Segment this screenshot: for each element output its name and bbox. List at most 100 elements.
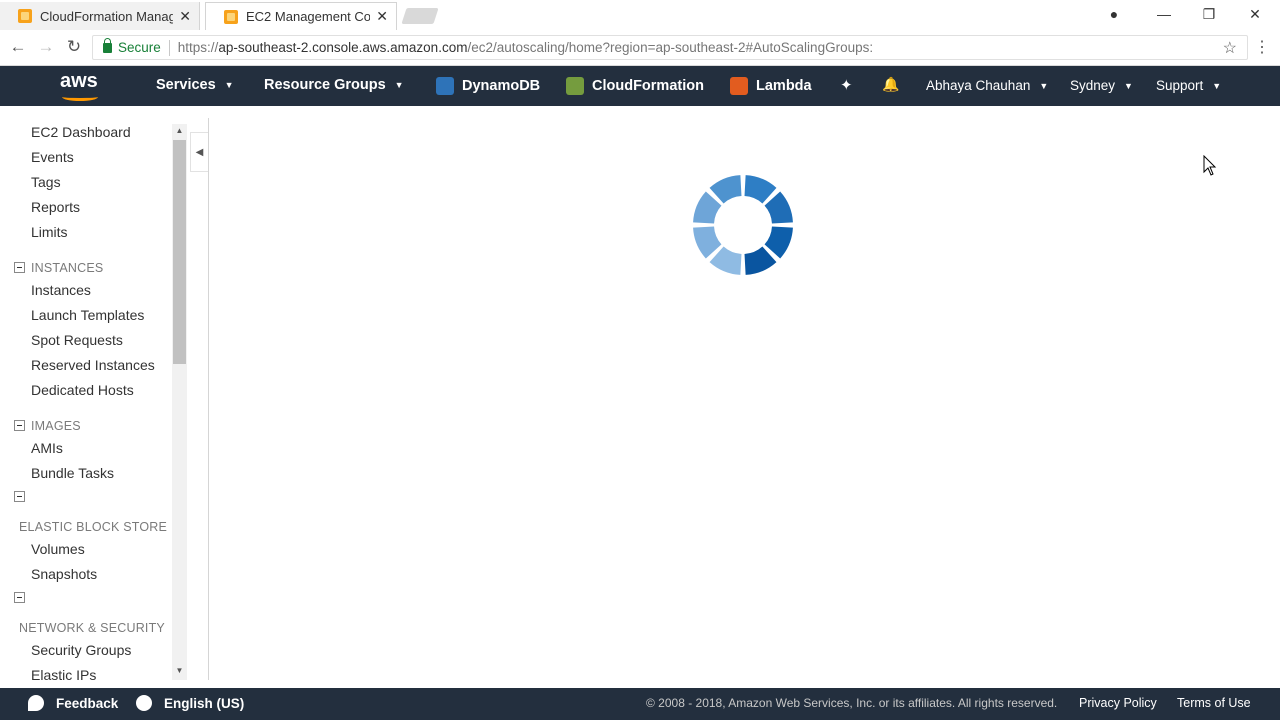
aws-footer: Feedback English (US) © 2008 - 2018, Ama… xyxy=(0,688,1280,720)
terms-of-use-link[interactable]: Terms of Use xyxy=(1177,696,1251,710)
loading-spinner-icon xyxy=(693,175,793,275)
sidebar-item-ec2-dashboard[interactable]: EC2 Dashboard xyxy=(31,124,131,140)
shortcut-label: DynamoDB xyxy=(462,78,541,94)
sidebar-item-launch-templates[interactable]: Launch Templates xyxy=(31,307,144,323)
sidebar-item-instances[interactable]: Instances xyxy=(31,282,91,298)
sidebar-item-elastic-ips[interactable]: Elastic IPs xyxy=(31,667,96,680)
tab-title: CloudFormation Manage xyxy=(40,8,174,24)
collapse-ebs-icon[interactable] xyxy=(14,491,25,502)
url-host: ap-southeast-2.console.aws.amazon.com xyxy=(218,40,468,55)
shortcut-label: CloudFormation xyxy=(592,78,704,94)
services-menu[interactable]: Services ▼ xyxy=(156,77,234,93)
scroll-down-icon[interactable]: ▼ xyxy=(172,665,187,677)
reload-icon[interactable]: ↻ xyxy=(64,37,84,57)
shortcut-lambda[interactable]: Lambda xyxy=(730,77,812,95)
aws-logo-text: aws xyxy=(60,70,98,92)
collapse-instances-icon[interactable] xyxy=(14,262,25,273)
resource-groups-label: Resource Groups xyxy=(264,77,386,93)
aws-smile-icon xyxy=(62,93,98,101)
url-scheme: https:// xyxy=(177,40,219,55)
shortcut-cloudformation[interactable]: CloudFormation xyxy=(566,77,704,95)
bell-icon[interactable]: 🔔 xyxy=(882,76,899,93)
browser-tab-strip: CloudFormation Manage ✕ EC2 Management C… xyxy=(0,0,1280,30)
speech-bubble-icon xyxy=(28,695,44,711)
language-selector[interactable]: English (US) xyxy=(136,695,244,711)
chevron-down-icon: ▼ xyxy=(394,80,404,90)
globe-icon xyxy=(136,695,152,711)
resource-groups-menu[interactable]: Resource Groups ▼ xyxy=(264,77,404,93)
sidebar-item-dedicated-hosts[interactable]: Dedicated Hosts xyxy=(31,382,134,398)
sidebar-scroll-thumb[interactable] xyxy=(173,140,186,364)
profile-icon[interactable]: ● xyxy=(1104,6,1124,22)
account-name: Abhaya Chauhan xyxy=(926,78,1031,93)
support-label: Support xyxy=(1156,78,1204,93)
chevron-left-icon: ◀ xyxy=(195,147,204,158)
shortcut-label: Lambda xyxy=(756,78,812,94)
collapse-network-icon[interactable] xyxy=(14,592,25,603)
sidebar-item-bundle-tasks[interactable]: Bundle Tasks xyxy=(31,465,114,481)
sidebar-item-security-groups[interactable]: Security Groups xyxy=(31,642,131,658)
sidebar-item-volumes[interactable]: Volumes xyxy=(31,541,85,557)
collapse-images-icon[interactable] xyxy=(14,420,25,431)
url-text: https://ap-southeast-2.console.aws.amazo… xyxy=(178,40,873,55)
dynamodb-icon xyxy=(436,77,454,95)
sidebar-item-reports[interactable]: Reports xyxy=(31,199,80,215)
browser-menu-icon[interactable]: ⋮ xyxy=(1254,37,1270,57)
sidebar-item-amis[interactable]: AMIs xyxy=(31,440,63,456)
sidebar-item-spot-requests[interactable]: Spot Requests xyxy=(31,332,123,348)
sidebar-divider xyxy=(208,118,209,680)
section-instances: INSTANCES xyxy=(31,261,104,275)
section-network-security: NETWORK & SECURITY xyxy=(19,621,165,635)
address-divider xyxy=(168,39,170,56)
aws-favicon-icon xyxy=(18,9,32,23)
lock-icon xyxy=(103,37,112,53)
sidebar-item-events[interactable]: Events xyxy=(31,149,74,165)
sidebar-item-reserved-instances[interactable]: Reserved Instances xyxy=(31,357,155,373)
tab-cloudformation[interactable]: CloudFormation Manage ✕ xyxy=(0,2,200,30)
mouse-cursor-icon xyxy=(1203,155,1217,176)
copyright-text: © 2008 - 2018, Amazon Web Services, Inc.… xyxy=(646,696,1058,710)
section-elastic-block-store: ELASTIC BLOCK STORE xyxy=(19,520,168,534)
secure-label: Secure xyxy=(118,40,161,55)
support-menu[interactable]: Support ▼ xyxy=(1156,78,1221,93)
url-path: /ec2/autoscaling/home?region=ap-southeas… xyxy=(467,40,874,55)
pin-icon[interactable]: ✦ xyxy=(840,76,853,94)
cloudformation-icon xyxy=(566,77,584,95)
region-menu[interactable]: Sydney ▼ xyxy=(1070,78,1133,93)
region-name: Sydney xyxy=(1070,78,1116,93)
tab-ec2-management[interactable]: EC2 Management Conso ✕ xyxy=(205,2,397,30)
ec2-sidebar: EC2 Dashboard Events Tags Reports Limits… xyxy=(0,118,188,680)
aws-logo[interactable]: aws xyxy=(60,71,102,101)
aws-favicon-icon xyxy=(224,9,238,24)
sidebar-item-limits[interactable]: Limits xyxy=(31,224,68,240)
shortcut-dynamodb[interactable]: DynamoDB xyxy=(436,77,540,95)
language-label: English (US) xyxy=(164,695,245,711)
services-label: Services xyxy=(156,77,216,93)
chevron-down-icon: ▼ xyxy=(224,80,234,90)
collapse-sidebar-button[interactable]: ◀ xyxy=(190,132,208,172)
sidebar-item-tags[interactable]: Tags xyxy=(31,174,61,190)
maximize-icon[interactable]: ❐ xyxy=(1199,6,1219,23)
bookmark-star-icon[interactable]: ☆ xyxy=(1223,38,1237,58)
feedback-link[interactable]: Feedback xyxy=(28,695,118,711)
back-icon[interactable]: ← xyxy=(8,37,28,57)
tab-close-icon[interactable]: ✕ xyxy=(376,8,388,25)
tab-close-icon[interactable]: ✕ xyxy=(179,8,191,25)
account-menu[interactable]: Abhaya Chauhan ▼ xyxy=(926,78,1048,93)
window-close-icon[interactable]: ✕ xyxy=(1245,6,1265,23)
forward-icon[interactable]: → xyxy=(36,37,56,57)
tab-title: EC2 Management Conso xyxy=(246,9,371,24)
chevron-down-icon: ▼ xyxy=(1124,80,1133,91)
section-images: IMAGES xyxy=(31,419,81,433)
scroll-up-icon[interactable]: ▲ xyxy=(172,125,187,137)
feedback-label: Feedback xyxy=(56,695,119,711)
new-tab-button[interactable] xyxy=(401,8,439,24)
chevron-down-icon: ▼ xyxy=(1039,80,1049,91)
browser-toolbar: ← → ↻ Secure https://ap-southeast-2.cons… xyxy=(0,30,1280,66)
address-bar[interactable]: Secure https://ap-southeast-2.console.aw… xyxy=(92,35,1248,60)
privacy-policy-link[interactable]: Privacy Policy xyxy=(1079,696,1157,710)
sidebar-item-snapshots[interactable]: Snapshots xyxy=(31,566,97,582)
lambda-icon xyxy=(730,77,748,95)
minimize-icon[interactable]: — xyxy=(1154,6,1174,22)
chevron-down-icon: ▼ xyxy=(1212,80,1222,91)
